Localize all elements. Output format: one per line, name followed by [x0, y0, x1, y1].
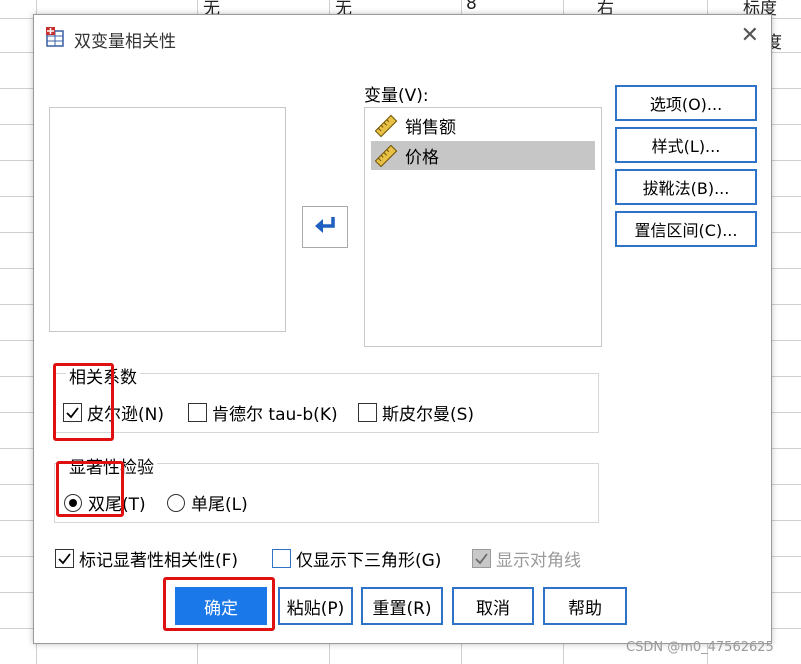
correlation-coefficients-title: 相关系数	[66, 363, 140, 388]
bootstrap-button[interactable]: 拔靴法(B)...	[615, 169, 757, 205]
title-bar: 双变量相关性 ✕	[34, 15, 771, 59]
two-tailed-label: 双尾(T)	[88, 495, 146, 515]
significance-test-title: 显著性检验	[66, 453, 157, 478]
variable-item[interactable]: 销售额	[371, 111, 595, 140]
cancel-button[interactable]: 取消	[452, 587, 534, 625]
style-button[interactable]: 样式(L)...	[615, 127, 757, 163]
checkbox-empty-icon	[188, 403, 207, 422]
ok-button[interactable]: 确定	[175, 587, 267, 625]
options-button[interactable]: 选项(O)...	[615, 85, 757, 121]
dialog-title: 双变量相关性	[74, 32, 176, 52]
move-variable-button[interactable]	[302, 206, 348, 248]
lower-triangle-checkbox[interactable]: 仅显示下三角形(G)	[272, 546, 441, 571]
ruler-icon	[375, 114, 397, 137]
close-icon[interactable]: ✕	[741, 25, 759, 47]
spearman-label: 斯皮尔曼(S)	[382, 405, 475, 425]
app-icon	[44, 26, 66, 48]
show-diagonal-checkbox: 显示对角线	[472, 546, 581, 571]
pearson-checkbox[interactable]: 皮尔逊(N)	[63, 400, 164, 425]
radio-empty-icon	[167, 493, 185, 512]
flag-significant-checkbox[interactable]: 标记显著性相关性(F)	[55, 546, 238, 571]
lower-triangle-label: 仅显示下三角形(G)	[296, 551, 442, 571]
two-tailed-radio[interactable]: 双尾(T)	[64, 490, 146, 515]
reset-button[interactable]: 重置(R)	[361, 587, 443, 625]
variables-label: 变量(V):	[364, 86, 429, 106]
flag-significant-label: 标记显著性相关性(F)	[79, 551, 239, 571]
variables-list[interactable]: 销售额 价格	[364, 107, 602, 347]
spearman-checkbox[interactable]: 斯皮尔曼(S)	[358, 400, 474, 425]
ruler-icon	[375, 144, 397, 167]
pearson-label: 皮尔逊(N)	[87, 405, 164, 425]
kendall-checkbox[interactable]: 肯德尔 tau-b(K)	[188, 400, 338, 425]
checkbox-checked-disabled-icon	[472, 549, 491, 568]
checkbox-empty-icon	[272, 549, 291, 568]
watermark: CSDN @m0_47562625	[626, 640, 774, 655]
variable-name: 价格	[405, 148, 439, 168]
checkbox-checked-icon	[55, 549, 74, 568]
variable-name: 销售额	[405, 118, 456, 138]
show-diagonal-label: 显示对角线	[496, 551, 581, 571]
confidence-interval-button[interactable]: 置信区间(C)...	[615, 211, 757, 247]
checkbox-empty-icon	[358, 403, 377, 422]
bivariate-correlation-dialog: 双变量相关性 ✕ 变量(V): 销售额 价格 选项(O)... 样式(L)...…	[33, 14, 772, 644]
kendall-label: 肯德尔 tau-b(K)	[212, 405, 338, 425]
cell-text: 8	[466, 0, 477, 14]
source-variable-list[interactable]	[49, 107, 286, 332]
one-tailed-label: 单尾(L)	[191, 495, 248, 515]
paste-button[interactable]: 粘贴(P)	[278, 587, 353, 625]
checkbox-checked-icon	[63, 403, 82, 422]
help-button[interactable]: 帮助	[543, 587, 627, 625]
radio-selected-icon	[64, 493, 82, 512]
variable-item-selected[interactable]: 价格	[371, 141, 595, 170]
arrow-left-icon	[313, 215, 337, 239]
one-tailed-radio[interactable]: 单尾(L)	[167, 490, 248, 515]
